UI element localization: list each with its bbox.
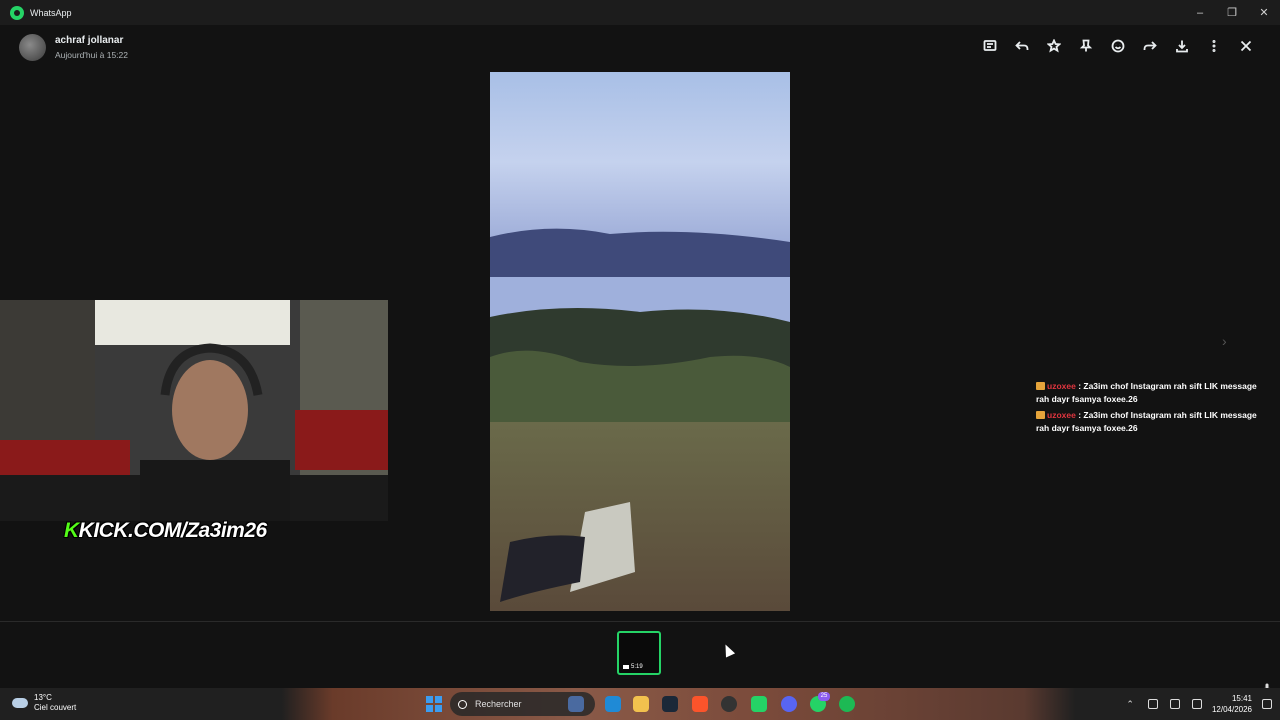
chat-badge-icon [1036,382,1045,390]
obs-icon[interactable] [721,696,737,712]
windows-taskbar: 13°C Ciel couvert Rechercher 25 ⌃ 15:41 … [0,688,1280,720]
kick-channel-overlay: K KICK.COM/Za3im26 [64,516,267,546]
minimize-icon: – [1196,6,1204,19]
steam-icon[interactable] [662,696,678,712]
close-icon: ✕ [1259,7,1269,19]
streamer-webcam-overlay [0,300,388,521]
discord-icon[interactable] [781,696,797,712]
search-placeholder: Rechercher [475,699,522,709]
restore-icon: ❐ [1227,7,1237,19]
webcam-scene [0,300,388,521]
media-thumbnail[interactable]: 5:19 [617,631,661,675]
window-close-button[interactable]: ✕ [1248,0,1280,25]
show-hidden-icons-chevron-icon[interactable]: ⌃ [1126,699,1134,710]
reply-icon [1015,41,1029,50]
react-button[interactable] [1102,33,1134,59]
windows-logo-icon [426,696,433,703]
close-viewer-button[interactable] [1230,33,1262,59]
close-icon [1240,40,1252,52]
cloud-icon [12,698,28,708]
go-to-message-button[interactable] [974,33,1006,59]
window-controls: – ❐ ✕ [1184,0,1280,25]
edge-icon[interactable] [605,696,621,712]
title-bar: WhatsApp – ❐ ✕ [0,0,1280,25]
media-toolbar [974,33,1262,59]
app-title: WhatsApp [30,7,72,18]
weather-widget[interactable]: 13°C Ciel couvert [12,693,76,713]
brave-icon[interactable] [692,696,708,712]
kick-channel-text: KICK.COM/Za3im26 [78,519,268,542]
weather-condition: Ciel couvert [34,703,77,712]
temperature: 13°C [34,693,52,702]
network-icon[interactable] [1169,699,1180,709]
clock-time: 15:41 [1231,694,1252,703]
star-icon [1047,39,1061,53]
chat-username: uzoxee [1047,381,1076,391]
sender-avatar[interactable] [19,34,46,61]
chat-username: uzoxee [1047,410,1076,420]
chevron-right-icon: › [1222,333,1227,349]
chat-message: uzoxee : Za3im chof Instagram rah sift L… [1036,380,1272,406]
download-icon [1176,40,1188,53]
next-media-button[interactable]: › [1222,333,1227,349]
pin-icon [1079,39,1093,52]
gallery-divider [0,621,1280,622]
forward-button[interactable] [1134,33,1166,59]
message-timestamp: Aujourd'hui à 15:22 [55,50,128,60]
landscape-video-frame [490,72,790,611]
duration-label: 5:19 [631,664,643,670]
mouse-cursor-icon [720,642,736,658]
microphone-tray-icon[interactable] [1147,699,1158,709]
whatsapp-logo-icon [10,5,24,20]
kick-logo: K [64,519,79,542]
restore-button[interactable]: ❐ [1216,0,1248,25]
clock-date: 12/04/2026 [1211,705,1252,714]
emoji-icon [1111,39,1125,53]
sender-name: achraf jollanar [55,35,124,46]
more-icon [1212,39,1216,52]
search-icon [458,699,467,709]
start-button[interactable] [426,696,442,712]
volume-icon[interactable] [1191,699,1202,709]
sender-info: achraf jollanar Aujourd'hui à 15:22 [55,35,128,60]
forward-icon [1143,41,1157,50]
video-camera-icon [623,665,629,669]
chat-icon [983,40,997,51]
spotify-icon[interactable] [839,696,855,712]
chat-message: uzoxee : Za3im chof Instagram rah sift L… [1036,409,1272,435]
video-duration: 5:19 [623,664,643,670]
weather-text: 13°C Ciel couvert [34,693,76,713]
widgets-app-icon[interactable] [568,696,584,712]
star-button[interactable] [1038,33,1070,59]
reply-button[interactable] [1006,33,1038,59]
android-app-icon[interactable] [751,696,767,712]
whatsapp-unread-badge: 25 [818,692,830,701]
file-explorer-icon[interactable] [633,696,649,712]
minimize-button[interactable]: – [1184,0,1216,25]
media-video[interactable] [490,72,790,611]
pin-button[interactable] [1070,33,1102,59]
download-button[interactable] [1166,33,1198,59]
chat-badge-icon [1036,411,1045,419]
notifications-icon[interactable] [1262,699,1272,709]
more-options-button[interactable] [1198,33,1230,59]
system-tray: ⌃ 15:41 12/04/2026 [1126,688,1280,720]
stream-chat-overlay: uzoxee : Za3im chof Instagram rah sift L… [1036,380,1272,438]
taskbar-clock[interactable]: 15:41 12/04/2026 [1212,693,1252,715]
